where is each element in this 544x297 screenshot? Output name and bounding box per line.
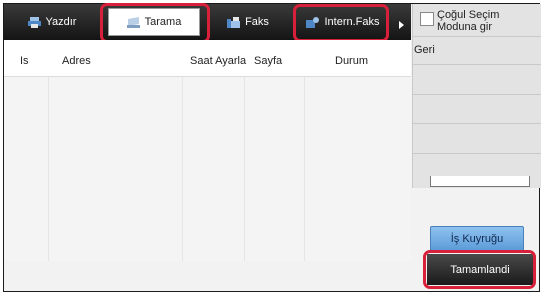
action-panel-row: [413, 123, 541, 124]
tab-internet-fax[interactable]: Intern.Faks: [298, 8, 388, 36]
multi-select-label[interactable]: Çoğul Seçim Moduna gir: [437, 9, 499, 33]
tab-scroll-right-icon[interactable]: [399, 21, 404, 29]
column-header-address: Adres: [62, 55, 91, 67]
column-divider: [48, 77, 49, 261]
scanner-icon: [126, 16, 140, 28]
action-panel-row: [413, 94, 541, 95]
job-queue-button[interactable]: İş Kuyruğu: [430, 226, 524, 252]
fax-icon: [227, 16, 241, 28]
column-header-status: Durum: [335, 55, 369, 67]
job-list[interactable]: [4, 77, 411, 261]
multi-select-label-line1: Çoğul Seçim: [437, 9, 500, 21]
column-divider: [244, 77, 245, 261]
multi-select-checkbox[interactable]: [420, 12, 434, 26]
job-list-header: Is Adres Saat Ayarla Sayfa Durum: [4, 40, 411, 77]
tab-scan-label: Tarama: [144, 16, 182, 28]
action-panel-row: [413, 153, 541, 154]
action-panel-row: [413, 36, 541, 37]
tab-fax-label: Faks: [245, 16, 269, 28]
column-divider: [182, 77, 183, 261]
done-button[interactable]: Tamamlandi: [427, 254, 533, 285]
printer-icon: [27, 16, 41, 28]
action-panel-row: [413, 64, 541, 65]
tab-fax[interactable]: Faks: [208, 8, 288, 36]
multi-select-label-line2: Moduna gir: [437, 21, 493, 33]
internet-fax-icon: [306, 16, 320, 28]
tab-print[interactable]: Yazdır: [12, 8, 92, 36]
panel-edge: [430, 176, 530, 187]
tab-print-label: Yazdır: [45, 16, 77, 28]
tab-internet-fax-label: Intern.Faks: [324, 16, 380, 28]
mode-tab-bar: Yazdır Tarama Faks Intern.Faks: [4, 4, 411, 40]
column-divider: [304, 77, 305, 261]
column-header-job: Is: [20, 55, 29, 67]
column-header-pages: Sayfa: [254, 55, 283, 67]
back-button[interactable]: Geri: [414, 44, 435, 56]
tab-scan[interactable]: Tarama: [108, 8, 200, 36]
column-header-time: Saat Ayarla: [190, 55, 247, 67]
